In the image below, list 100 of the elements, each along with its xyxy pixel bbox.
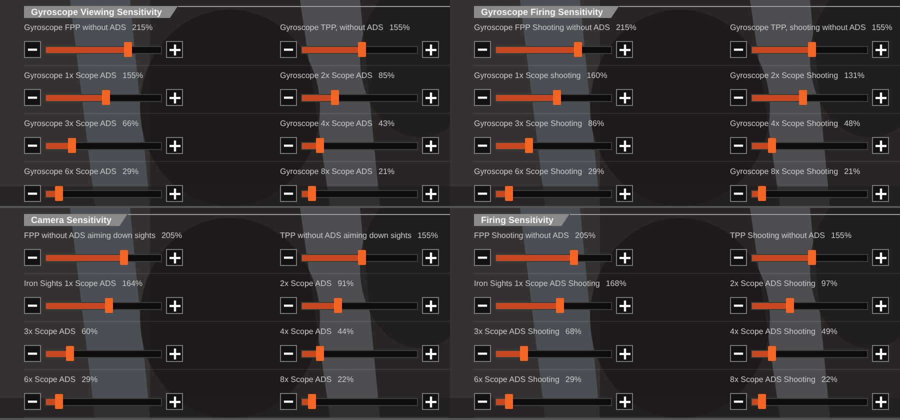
- minus-button[interactable]: [730, 41, 747, 58]
- minus-button[interactable]: [730, 89, 747, 106]
- plus-button[interactable]: [422, 297, 439, 314]
- slider-thumb[interactable]: [758, 394, 766, 408]
- plus-icon: [874, 188, 886, 200]
- plus-button[interactable]: [166, 185, 183, 202]
- setting-value: 97%: [821, 279, 838, 290]
- plus-button[interactable]: [422, 249, 439, 266]
- setting-label: Gyroscope 4x Scope Shooting: [730, 119, 838, 130]
- slider-thumb[interactable]: [556, 298, 564, 312]
- minus-button[interactable]: [280, 393, 297, 410]
- minus-button[interactable]: [730, 137, 747, 154]
- plus-button[interactable]: [166, 297, 183, 314]
- setting-value: 44%: [338, 327, 354, 338]
- plus-button[interactable]: [872, 393, 889, 410]
- minus-button[interactable]: [280, 137, 297, 154]
- slider-thumb[interactable]: [316, 138, 324, 152]
- setting-label: 6x Scope ADS: [24, 375, 76, 386]
- slider-thumb[interactable]: [331, 90, 340, 104]
- plus-button[interactable]: [872, 89, 889, 106]
- plus-button[interactable]: [166, 345, 183, 362]
- plus-button[interactable]: [166, 393, 183, 410]
- minus-button[interactable]: [730, 297, 747, 314]
- minus-button[interactable]: [474, 137, 491, 154]
- plus-icon: [424, 348, 436, 360]
- slider-thumb[interactable]: [758, 186, 766, 200]
- minus-button[interactable]: [24, 89, 41, 106]
- section-title: Gyroscope Viewing Sensitivity: [24, 6, 178, 18]
- minus-button[interactable]: [280, 41, 297, 58]
- slider-thumb[interactable]: [105, 298, 114, 312]
- setting-label: Gyroscope TPP, without ADS: [280, 23, 384, 34]
- minus-button[interactable]: [474, 89, 491, 106]
- plus-button[interactable]: [422, 185, 439, 202]
- setting-value: 43%: [378, 119, 395, 130]
- setting-value: 21%: [844, 167, 860, 178]
- setting-label: Gyroscope 2x Scope Shooting: [730, 71, 838, 82]
- plus-icon: [168, 300, 180, 312]
- plus-button[interactable]: [872, 345, 889, 362]
- minus-button[interactable]: [730, 249, 747, 266]
- plus-button[interactable]: [872, 137, 889, 154]
- plus-button[interactable]: [422, 89, 439, 106]
- plus-button[interactable]: [422, 345, 439, 362]
- minus-button[interactable]: [474, 297, 491, 314]
- section-title: Gyroscope Firing Sensitivity: [474, 6, 620, 18]
- minus-button[interactable]: [24, 345, 41, 362]
- slider-thumb[interactable]: [570, 250, 578, 264]
- plus-button[interactable]: [166, 137, 183, 154]
- slider-thumb[interactable]: [120, 250, 128, 264]
- plus-button[interactable]: [872, 185, 889, 202]
- plus-button[interactable]: [166, 89, 183, 106]
- plus-button[interactable]: [616, 345, 633, 362]
- plus-icon: [874, 44, 886, 56]
- minus-button[interactable]: [24, 297, 41, 314]
- minus-button[interactable]: [24, 137, 41, 154]
- slider-thumb[interactable]: [68, 138, 76, 152]
- minus-button[interactable]: [280, 89, 297, 106]
- minus-button[interactable]: [730, 185, 747, 202]
- minus-button[interactable]: [730, 345, 747, 362]
- minus-button[interactable]: [474, 345, 491, 362]
- plus-button[interactable]: [872, 41, 889, 58]
- minus-button[interactable]: [280, 297, 297, 314]
- plus-button[interactable]: [616, 249, 633, 266]
- setting-label: 4x Scope ADS: [280, 327, 332, 338]
- plus-button[interactable]: [422, 137, 439, 154]
- plus-button[interactable]: [166, 249, 183, 266]
- minus-button[interactable]: [24, 393, 41, 410]
- slider-thumb[interactable]: [316, 346, 324, 360]
- plus-button[interactable]: [872, 249, 889, 266]
- plus-button[interactable]: [616, 89, 633, 106]
- slider-thumb[interactable]: [525, 138, 534, 152]
- minus-button[interactable]: [280, 345, 297, 362]
- plus-icon: [424, 300, 436, 312]
- slider-thumb[interactable]: [308, 394, 316, 408]
- slider-thumb[interactable]: [308, 186, 316, 200]
- plus-button[interactable]: [422, 41, 439, 58]
- minus-button[interactable]: [474, 393, 491, 410]
- setting-label: Gyroscope TPP, shooting without ADS: [730, 23, 866, 34]
- plus-button[interactable]: [616, 393, 633, 410]
- minus-button[interactable]: [730, 393, 747, 410]
- plus-button[interactable]: [616, 185, 633, 202]
- plus-button[interactable]: [616, 297, 633, 314]
- plus-button[interactable]: [422, 393, 439, 410]
- slider-thumb[interactable]: [66, 346, 74, 360]
- plus-icon: [168, 92, 180, 104]
- plus-icon: [874, 300, 886, 312]
- plus-button[interactable]: [616, 41, 633, 58]
- minus-button[interactable]: [474, 249, 491, 266]
- minus-button[interactable]: [24, 249, 41, 266]
- setting-value: 21%: [378, 167, 395, 178]
- plus-button[interactable]: [616, 137, 633, 154]
- plus-icon: [874, 92, 886, 104]
- plus-button[interactable]: [166, 41, 183, 58]
- minus-button[interactable]: [280, 249, 297, 266]
- plus-button[interactable]: [872, 297, 889, 314]
- minus-button[interactable]: [280, 185, 297, 202]
- minus-button[interactable]: [24, 185, 41, 202]
- minus-button[interactable]: [474, 41, 491, 58]
- minus-button[interactable]: [474, 185, 491, 202]
- plus-icon: [168, 396, 180, 408]
- minus-button[interactable]: [24, 41, 41, 58]
